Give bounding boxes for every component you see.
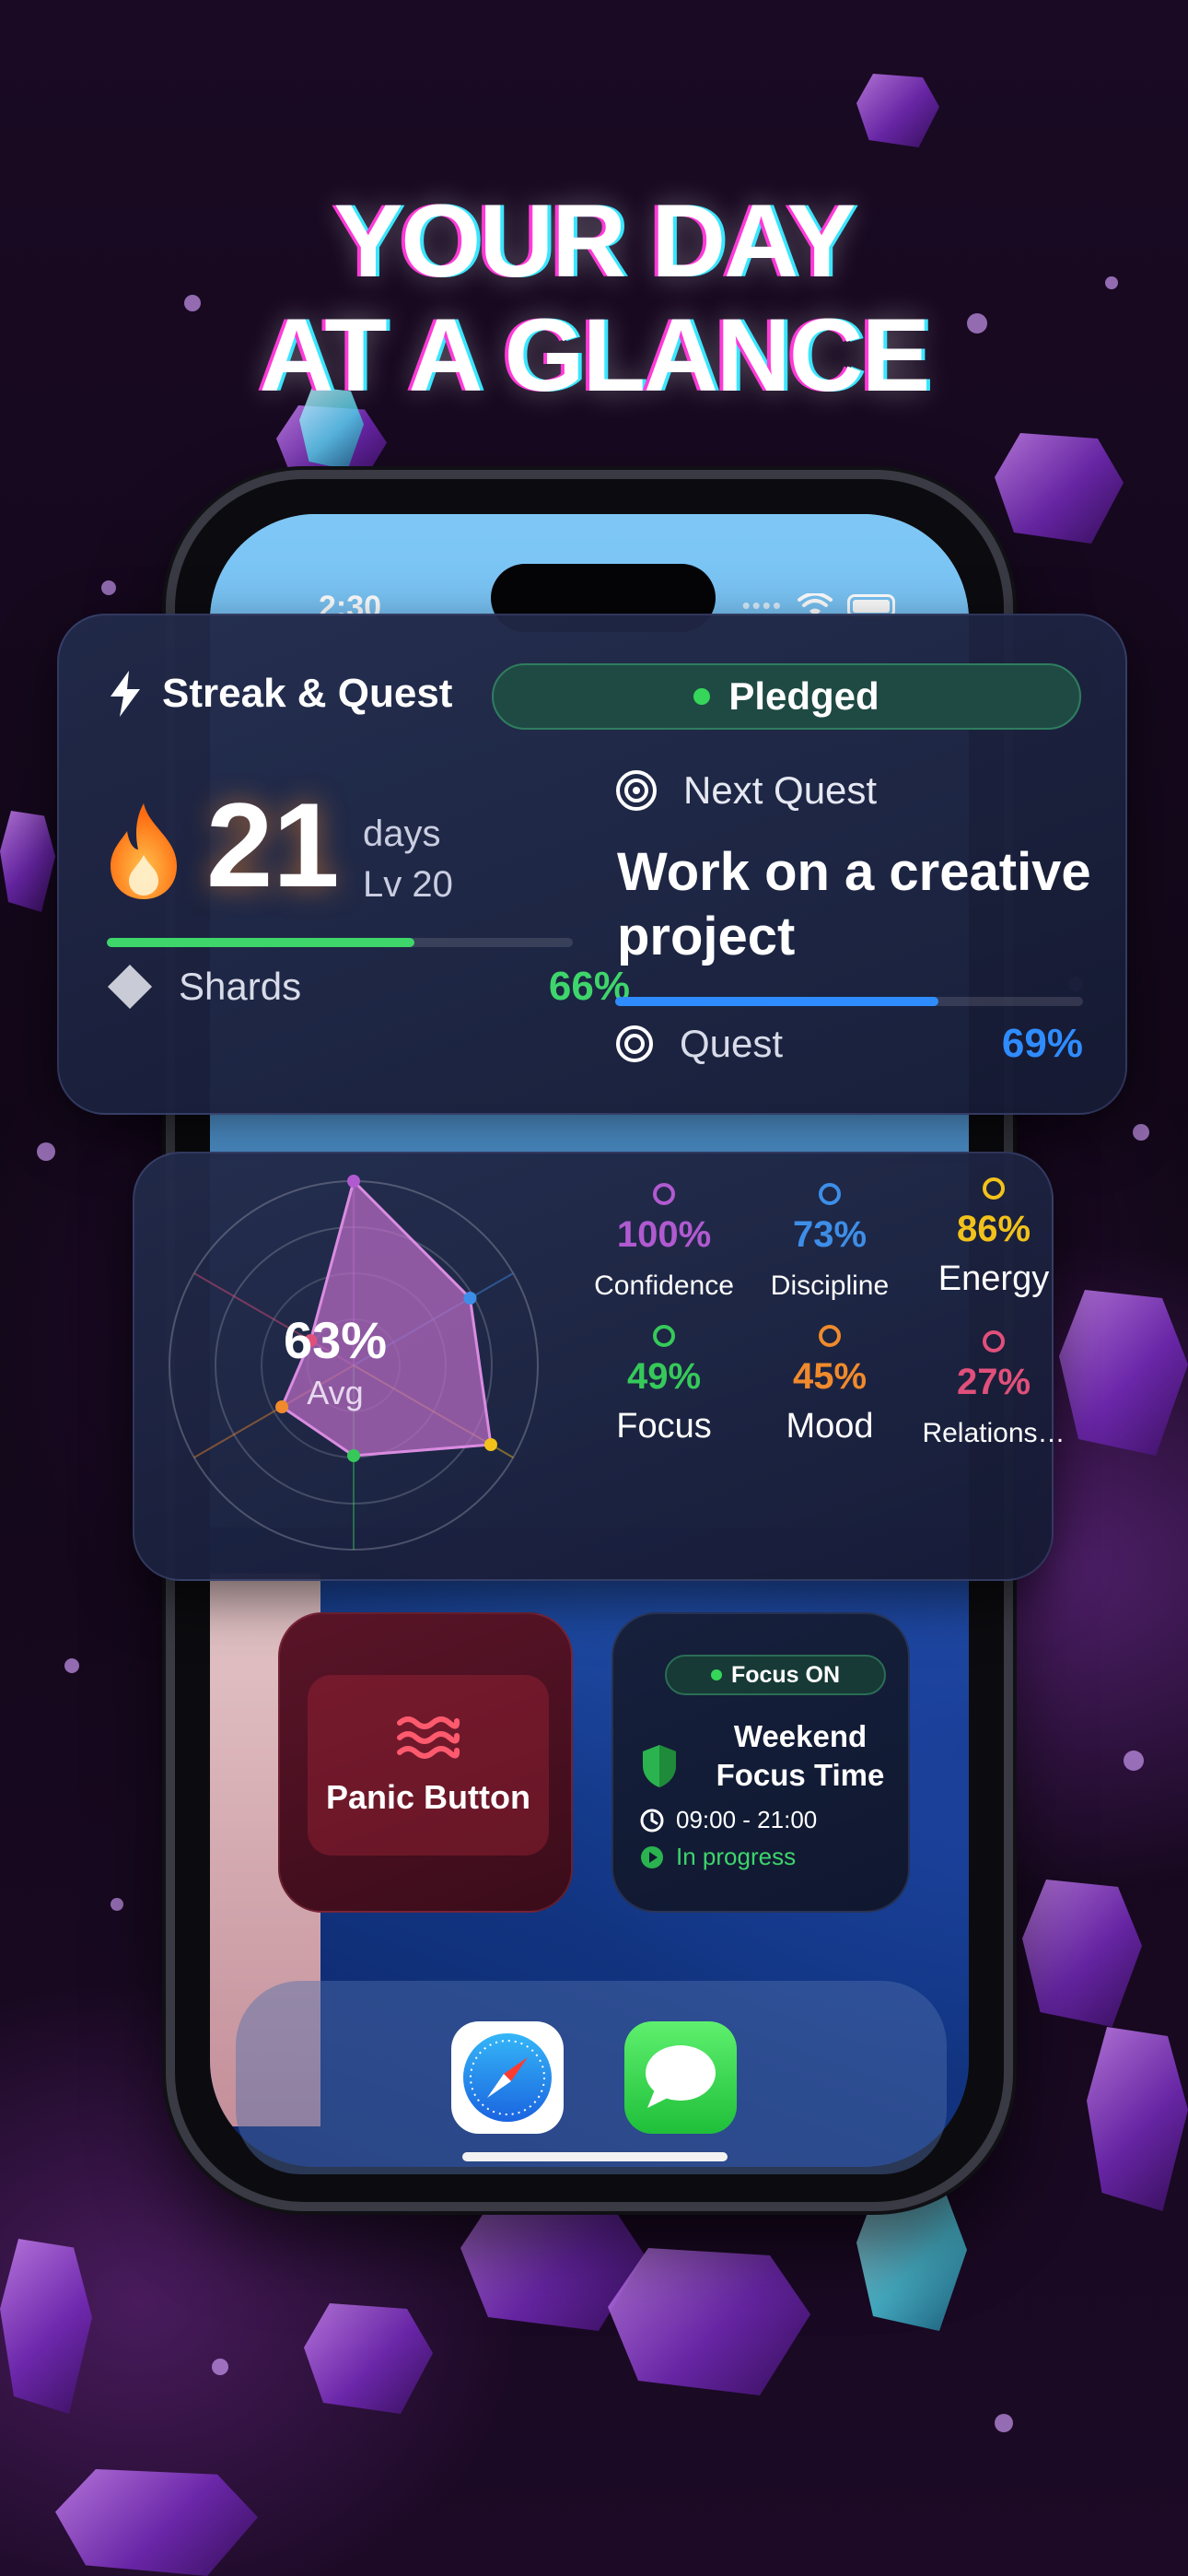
stat-dot-icon — [653, 1183, 675, 1205]
quest-label: Quest — [680, 1022, 784, 1065]
streak-progress-fill — [107, 938, 414, 947]
stat-name: Confidence — [594, 1270, 734, 1301]
average-label: Avg — [307, 1374, 364, 1411]
headline: YOUR DAY AT A GLANCE — [0, 184, 1188, 413]
status-dot — [710, 1669, 722, 1680]
stat-value: 45% — [792, 1356, 868, 1397]
radar-point — [347, 1175, 360, 1188]
status-dot — [693, 688, 711, 705]
stat-dot-icon — [983, 1330, 1005, 1352]
stat-name: Mood — [786, 1407, 874, 1446]
play-icon — [641, 1845, 663, 1868]
streak-count: 21 — [206, 778, 340, 912]
stat-name: Relations… — [922, 1418, 1066, 1448]
focus-hours: 09:00 - 21:00 — [676, 1806, 818, 1833]
stat-name: Focus — [616, 1407, 712, 1446]
quest-percent: 69% — [1001, 1021, 1083, 1066]
pledged-label: Pledged — [728, 674, 879, 718]
target-icon — [616, 770, 657, 811]
next-quest-header: Next Quest — [615, 768, 877, 813]
panic-button-widget[interactable]: Panic Button — [278, 1612, 573, 1913]
quest-progress-fill — [615, 997, 938, 1006]
level-label: Lv 20 — [363, 864, 453, 905]
focus-progress-label: In progress — [676, 1843, 797, 1870]
stat-focus[interactable]: 49% Focus — [577, 1325, 751, 1446]
home-indicator[interactable] — [462, 2152, 728, 2161]
stat-confidence[interactable]: 100% Confidence — [577, 1183, 751, 1302]
radar-average: 63% Avg — [252, 1310, 418, 1412]
quest-row: Quest 69% — [615, 1021, 1083, 1067]
focus-status-label: Focus ON — [730, 1661, 841, 1688]
shards-row: Shards 66% — [107, 964, 630, 1010]
compass-icon — [463, 2033, 552, 2122]
quest-target-icon — [616, 1025, 653, 1062]
flame-icon — [111, 803, 177, 899]
headline-line-2: AT A GLANCE — [259, 298, 931, 413]
card-title: Streak & Quest — [109, 671, 452, 717]
days-label: days — [363, 814, 441, 854]
waves-icon — [397, 1716, 460, 1759]
stats-radar-card[interactable]: 63% Avg 100% Confidence 73% Discipline 8… — [133, 1152, 1066, 1581]
radar-point — [347, 1449, 360, 1462]
radar-point — [463, 1292, 477, 1305]
focus-progress-row: In progress — [639, 1843, 796, 1871]
stat-value: 100% — [616, 1214, 712, 1255]
focus-time-row: 09:00 - 21:00 — [639, 1806, 817, 1834]
panic-button[interactable]: Panic Button — [308, 1675, 549, 1856]
stat-dot-icon — [819, 1325, 841, 1347]
stat-dot-icon — [819, 1183, 841, 1205]
headline-line-1: YOUR DAY — [333, 183, 856, 299]
stat-relations[interactable]: 27% Relations… — [906, 1330, 1081, 1449]
stat-discipline[interactable]: 73% Discipline — [742, 1183, 917, 1302]
app-dock — [236, 1981, 947, 2174]
shards-label: Shards — [179, 965, 302, 1008]
quest-title: Work on a creative project — [617, 842, 1091, 966]
pledged-badge[interactable]: Pledged — [492, 663, 1081, 730]
average-value: 63% — [283, 1311, 388, 1369]
streak-progress-bar — [107, 938, 573, 947]
stat-dot-icon — [983, 1177, 1005, 1200]
streak-quest-card[interactable]: Streak & Quest Pledged 21 days Lv 20 Sha… — [57, 614, 1127, 1115]
focus-widget[interactable]: Focus ON Weekend Focus Time 09:00 - 21:0… — [611, 1612, 910, 1913]
quest-progress-bar — [615, 997, 1083, 1006]
stat-value: 73% — [792, 1214, 868, 1255]
shield-icon — [643, 1745, 676, 1787]
stat-dot-icon — [653, 1325, 675, 1347]
next-quest-label: Next Quest — [683, 768, 878, 812]
focus-status-badge: Focus ON — [665, 1655, 886, 1695]
lightning-icon — [111, 671, 140, 717]
messages-app-icon[interactable] — [624, 2021, 737, 2134]
diamond-icon — [107, 964, 153, 1010]
stat-value: 49% — [626, 1356, 702, 1397]
stat-energy[interactable]: 86% Energy — [906, 1177, 1081, 1299]
stat-name: Energy — [938, 1259, 1050, 1298]
panic-button-label: Panic Button — [326, 1778, 530, 1816]
stat-value: 86% — [956, 1209, 1031, 1249]
focus-title: Weekend Focus Time — [716, 1719, 885, 1792]
safari-app-icon[interactable] — [451, 2021, 564, 2134]
stat-mood[interactable]: 45% Mood — [742, 1325, 917, 1446]
stat-value: 27% — [956, 1362, 1031, 1402]
stat-name: Discipline — [770, 1270, 890, 1301]
chat-bubble-icon — [646, 2045, 716, 2108]
card-title-label: Streak & Quest — [162, 671, 453, 716]
radar-point — [483, 1438, 497, 1451]
clock-icon — [640, 1809, 664, 1832]
